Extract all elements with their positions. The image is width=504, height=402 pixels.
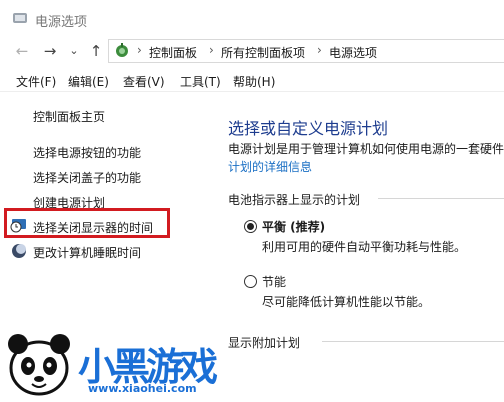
recent-locations-button[interactable]: ⌄ <box>64 41 84 61</box>
plan-balanced-name[interactable]: 平衡 (推荐) <box>262 218 325 235</box>
plan-balanced-radio[interactable] <box>244 220 257 233</box>
page-title: 选择或自定义电源计划 <box>228 119 389 138</box>
breadcrumb-separator: › <box>209 43 214 57</box>
sidebar-item-sleep[interactable]: 更改计算机睡眠时间 <box>33 244 141 261</box>
additional-plans-heading[interactable]: 显示附加计划 <box>228 334 300 351</box>
watermark-logo: 小黑游戏 www.xiaohei.com <box>0 318 218 402</box>
menu-edit[interactable]: 编辑(E) <box>68 73 109 90</box>
breadcrumb-control-panel[interactable]: 控制面板 <box>149 44 197 61</box>
menu-bar: 文件(F) 编辑(E) 查看(V) 工具(T) 帮助(H) <box>0 68 504 92</box>
menu-tools[interactable]: 工具(T) <box>180 73 221 90</box>
menu-file[interactable]: 文件(F) <box>16 73 56 90</box>
plan-balanced-description: 利用可用的硬件自动平衡功耗与性能。 <box>262 240 467 254</box>
breadcrumb-separator: › <box>317 43 322 57</box>
watermark-url: www.xiaohei.com <box>88 382 197 395</box>
sidebar-item-power-button[interactable]: 选择电源按钮的功能 <box>33 144 141 161</box>
control-panel-icon <box>116 43 128 57</box>
plan-details-link[interactable]: 计划的详细信息 <box>228 158 312 175</box>
plan-saver-name[interactable]: 节能 <box>262 273 286 290</box>
highlight-box <box>4 208 170 238</box>
moon-icon <box>12 244 26 258</box>
plan-saver-description: 尽可能降低计算机性能以节能。 <box>262 295 431 309</box>
breadcrumb-separator: › <box>137 43 142 57</box>
menu-help[interactable]: 帮助(H) <box>233 73 275 90</box>
main-content: 选择或自定义电源计划 电源计划是用于管理计算机如何使用电源的一套硬件 计划的详细… <box>210 92 504 402</box>
sidebar-item-home[interactable]: 控制面板主页 <box>33 108 105 125</box>
plan-description: 电源计划是用于管理计算机如何使用电源的一套硬件 <box>228 142 504 156</box>
menu-view[interactable]: 查看(V) <box>123 73 165 90</box>
section-divider <box>378 198 504 199</box>
title-bar: 电源选项 <box>0 0 504 36</box>
breadcrumb-power-options[interactable]: 电源选项 <box>329 44 377 61</box>
section-divider <box>322 341 504 342</box>
sidebar-item-lid[interactable]: 选择关闭盖子的功能 <box>33 169 141 186</box>
plan-saver-radio[interactable] <box>244 275 257 288</box>
power-options-icon <box>13 13 27 23</box>
breadcrumb-all-items[interactable]: 所有控制面板项 <box>221 44 305 61</box>
address-bar[interactable]: › 控制面板 › 所有控制面板项 › 电源选项 <box>108 39 504 63</box>
back-button[interactable]: ← <box>12 41 32 61</box>
navigation-bar: ← → ⌄ ↑ › 控制面板 › 所有控制面板项 › 电源选项 <box>0 36 504 66</box>
up-button[interactable]: ↑ <box>86 41 106 61</box>
window-title: 电源选项 <box>35 15 88 30</box>
battery-section-heading: 电池指示器上显示的计划 <box>228 193 361 207</box>
forward-button[interactable]: → <box>40 41 60 61</box>
panda-logo-icon <box>8 334 70 396</box>
